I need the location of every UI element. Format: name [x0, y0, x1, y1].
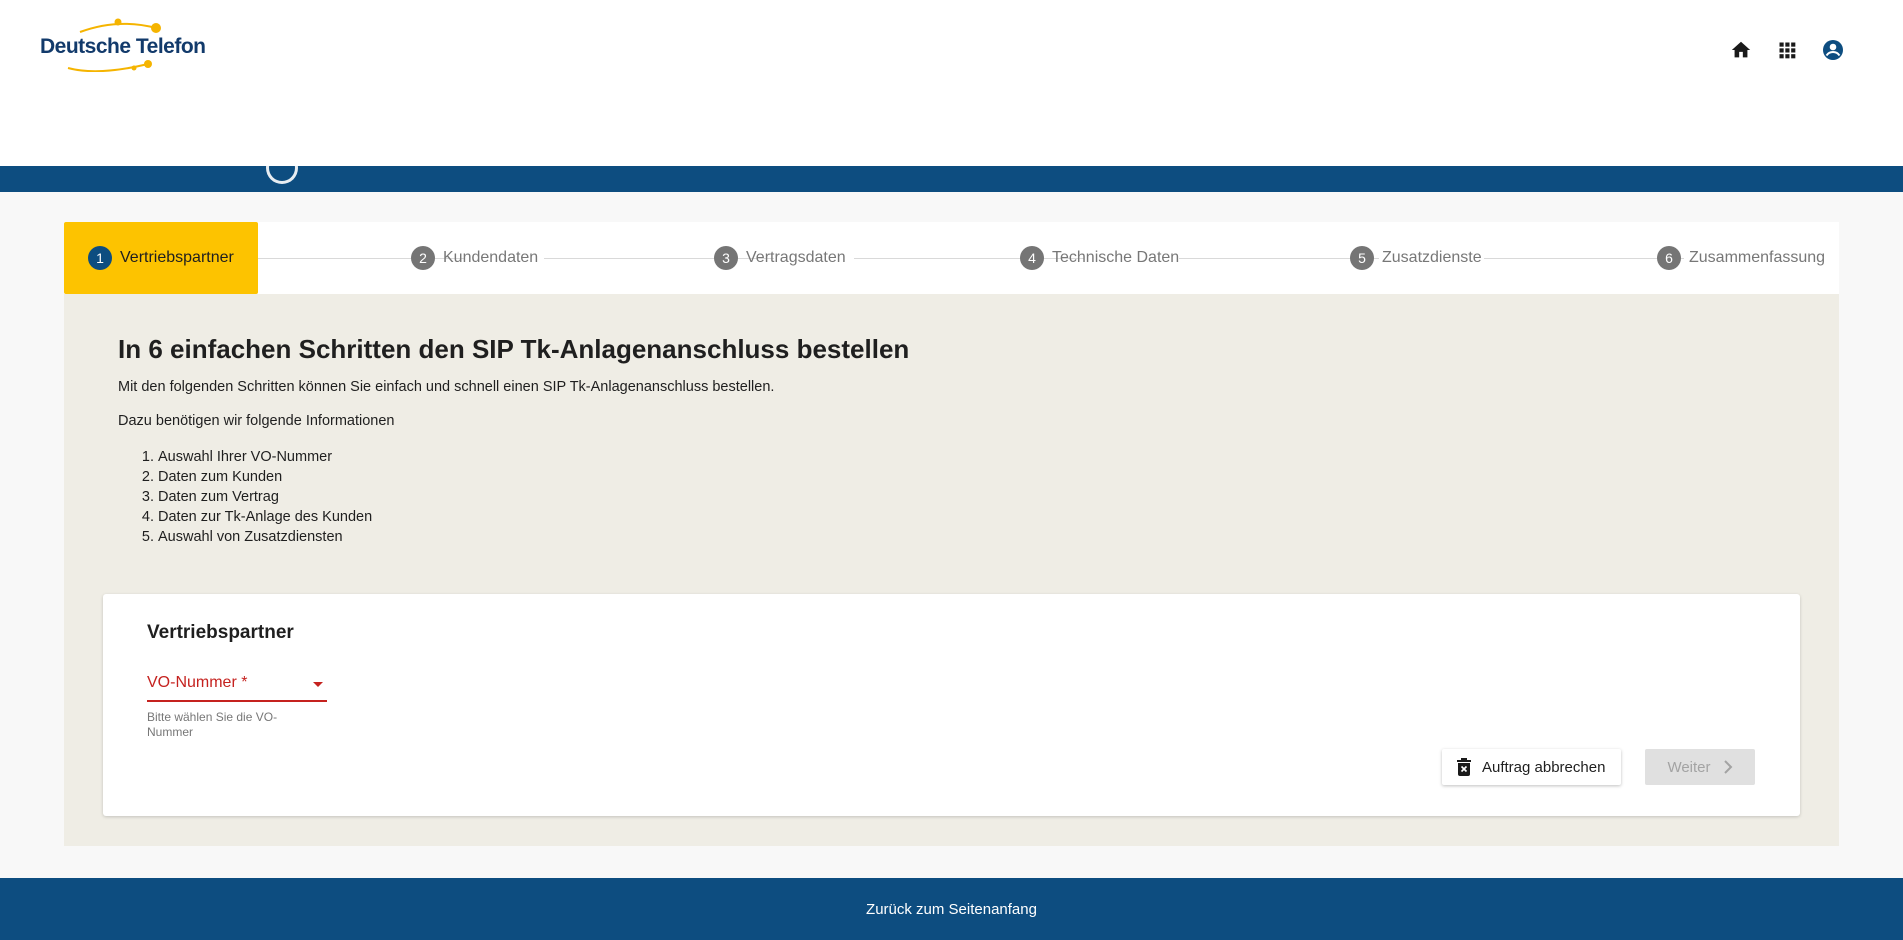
app-header: Deutsche Telefon [0, 0, 1903, 166]
intro-info-heading: Dazu benötigen wir folgende Informatione… [118, 413, 395, 429]
step-number: 1 [88, 246, 112, 270]
vo-nummer-error-hint: Bitte wählen Sie die VO-Nummer [147, 710, 278, 739]
step-content-panel: In 6 einfachen Schritten den SIP Tk-Anla… [64, 294, 1839, 846]
header-banner-band [0, 166, 1903, 192]
dropdown-arrow-icon [313, 682, 323, 687]
intro-paragraph: Mit den folgenden Schritten können Sie e… [118, 379, 775, 395]
logo-text: Deutsche Telefon [40, 35, 206, 58]
step-label: Technische Daten [1052, 249, 1180, 266]
step-vertragsdaten[interactable]: 3 Vertragsdaten [714, 222, 846, 294]
list-item: Auswahl Ihrer VO-Nummer [158, 447, 909, 467]
delete-bin-icon [1457, 758, 1471, 776]
next-label: Weiter [1667, 758, 1711, 776]
page-title: In 6 einfachen Schritten den SIP Tk-Anla… [118, 334, 910, 364]
chevron-right-icon [1723, 760, 1732, 774]
required-info-list: Auswahl Ihrer VO-Nummer Daten zum Kunden… [118, 447, 909, 547]
step-technische-daten[interactable]: 4 Technische Daten [1020, 222, 1179, 294]
order-stepper: 1 Vertriebspartner 2 Kundendaten 3 Vertr… [64, 222, 1839, 294]
vo-nummer-label: VO-Nummer * [147, 674, 248, 691]
next-button[interactable]: Weiter [1645, 749, 1755, 785]
step-label: Zusammenfassung [1689, 249, 1826, 266]
vertriebspartner-card: Vertriebspartner VO-Nummer * Bitte wähle… [103, 594, 1800, 816]
step-number: 2 [411, 246, 435, 270]
step-label: Kundendaten [443, 249, 539, 266]
step-number: 3 [714, 246, 738, 270]
step-vertriebspartner[interactable]: 1 Vertriebspartner [64, 222, 258, 294]
vo-nummer-select[interactable]: VO-Nummer * [147, 672, 327, 702]
step-kundendaten[interactable]: 2 Kundendaten [411, 222, 538, 294]
account-icon[interactable] [1819, 36, 1847, 64]
step-connector [1179, 258, 1379, 259]
apps-grid-icon[interactable] [1773, 36, 1801, 64]
step-label: Vertriebspartner [120, 249, 234, 266]
list-item: Auswahl von Zusatzdiensten [158, 527, 909, 547]
step-zusammenfassung[interactable]: 6 Zusammenfassung [1657, 222, 1825, 294]
home-icon[interactable] [1727, 36, 1755, 64]
step-number: 5 [1350, 246, 1374, 270]
step-label: Zusatzdienste [1382, 249, 1482, 266]
back-to-top-link[interactable]: Zurück zum Seitenanfang [866, 901, 1037, 918]
step-number: 6 [1657, 246, 1681, 270]
list-item: Daten zum Vertrag [158, 487, 909, 507]
step-number: 4 [1020, 246, 1044, 270]
step-label: Vertragsdaten [746, 249, 846, 266]
cancel-order-button[interactable]: Auftrag abbrechen [1442, 749, 1622, 785]
page-footer: Zurück zum Seitenanfang [0, 878, 1903, 940]
banner-decoration [266, 166, 298, 184]
step-connector [1484, 258, 1684, 259]
card-title: Vertriebspartner [147, 622, 294, 643]
list-item: Daten zur Tk-Anlage des Kunden [158, 507, 909, 527]
cancel-order-label: Auftrag abbrechen [1482, 758, 1606, 776]
intro-section: In 6 einfachen Schritten den SIP Tk-Anla… [118, 334, 909, 547]
deutsche-telefon-logo[interactable]: Deutsche Telefon [38, 18, 206, 73]
step-zusatzdienste[interactable]: 5 Zusatzdienste [1350, 222, 1482, 294]
header-icon-bar [1727, 36, 1847, 64]
list-item: Daten zum Kunden [158, 467, 909, 487]
